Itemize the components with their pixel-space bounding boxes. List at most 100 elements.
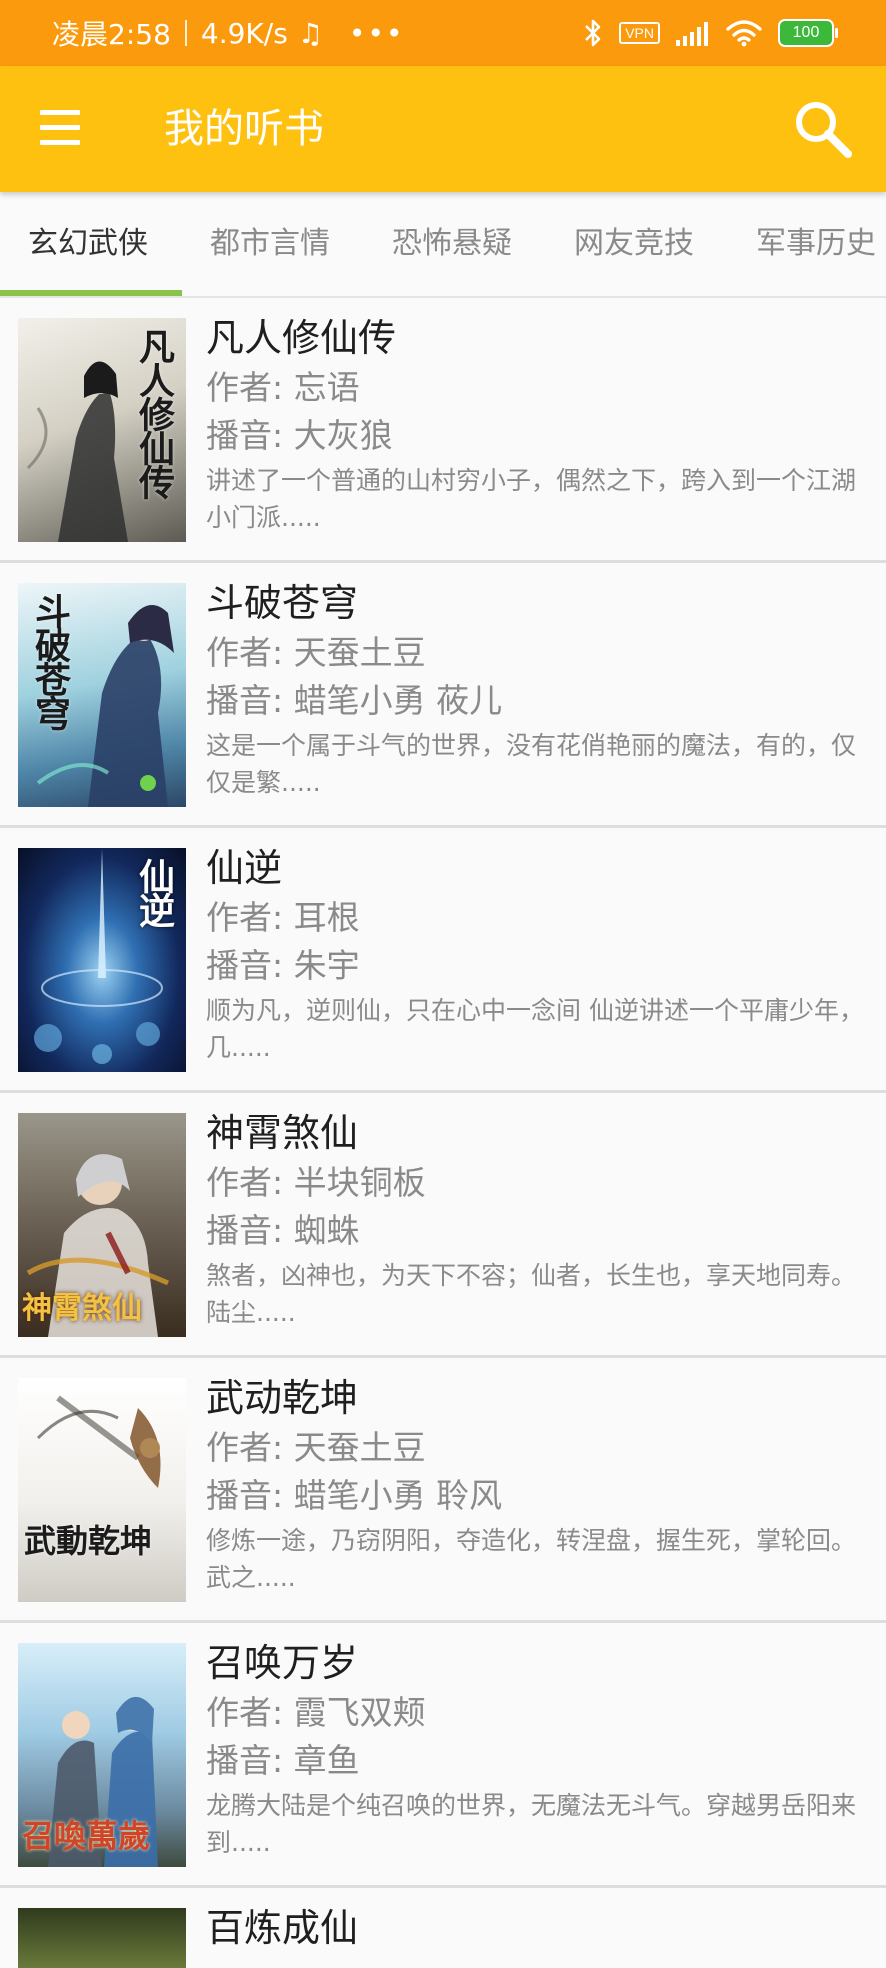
book-narrator: 播音: 章鱼: [206, 1737, 870, 1785]
book-cover: 召喚萬歲: [18, 1643, 186, 1867]
book-info: 仙逆 作者: 耳根 播音: 朱宇 顺为凡，逆则仙，只在心中一念间 仙逆讲述一个平…: [206, 842, 870, 1066]
narrator-label: 播音:: [206, 1211, 294, 1250]
book-author: 作者: 耳根: [206, 894, 870, 942]
book-list-item[interactable]: 百炼成仙: [0, 1888, 886, 1968]
book-description: 这是一个属于斗气的世界，没有花俏艳丽的魔法，有的，仅仅是繁.....: [206, 731, 857, 797]
tab-dushi-yanqing[interactable]: 都市言情: [210, 192, 330, 296]
book-narrator: 播音: 大灰狼: [206, 412, 870, 460]
book-description: 顺为凡，逆则仙，只在心中一念间 仙逆讲述一个平庸少年，几.....: [206, 996, 864, 1062]
narrator-value: 朱宇: [293, 946, 360, 985]
tab-kongbu-xuanyi[interactable]: 恐怖悬疑: [392, 192, 512, 296]
author-value: 忘语: [293, 368, 360, 407]
book-list-item[interactable]: 仙逆 仙逆 作者: 耳根 播音: 朱宇 顺为凡，逆则仙，只在心中一念间 仙逆讲述…: [0, 828, 886, 1093]
search-icon[interactable]: [792, 98, 854, 160]
book-description: 煞者，凶神也，为天下不容；仙者，长生也，享天地同寿。陆尘.....: [206, 1261, 857, 1327]
author-label: 作者:: [206, 368, 294, 407]
book-cover: [18, 1908, 186, 1968]
battery-icon: 100: [778, 19, 838, 47]
book-description: 讲述了一个普通的山村穷小子，偶然之下，跨入到一个江湖小门派.....: [206, 466, 857, 532]
book-narrator: 播音: 蜘蛛: [206, 1207, 870, 1255]
cover-text: 凡人修仙传: [133, 328, 175, 498]
cover-figure: [36, 1395, 161, 1488]
book-list-item[interactable]: 斗破苍穹 斗破苍穹 作者: 天蚕土豆 播音: 蜡笔小勇 莜儿 这是一个属于斗气的…: [0, 563, 886, 828]
book-author: 作者: 天蚕土豆: [206, 1424, 870, 1472]
narrator-value: 章鱼: [293, 1741, 360, 1780]
book-title: 仙逆: [206, 846, 283, 890]
author-value: 天蚕土豆: [293, 633, 426, 672]
book-cover: 武動乾坤: [18, 1378, 186, 1602]
author-label: 作者:: [206, 1693, 294, 1732]
book-author: 作者: 忘语: [206, 364, 870, 412]
network-speed: 4.9K/s: [200, 16, 288, 50]
narrator-value: 蜡笔小勇 莜儿: [293, 681, 503, 720]
book-title: 武动乾坤: [206, 1376, 359, 1420]
book-description: 修炼一途，乃窃阴阳，夺造化，转涅盘，握生死，掌轮回。武之.....: [206, 1526, 857, 1592]
page-title: 我的听书: [164, 106, 324, 152]
menu-icon[interactable]: [38, 106, 84, 150]
book-title: 斗破苍穹: [206, 581, 359, 625]
narrator-value: 蜘蛛: [293, 1211, 360, 1250]
narrator-label: 播音:: [206, 681, 294, 720]
book-title: 凡人修仙传: [206, 316, 397, 360]
narrator-value: 蜡笔小勇 聆风: [293, 1476, 503, 1515]
cover-text: 斗破苍穹: [29, 593, 71, 729]
book-narrator: 播音: 蜡笔小勇 莜儿: [206, 677, 870, 725]
book-description: 龙腾大陆是个纯召唤的世界，无魔法无斗气。穿越男岳阳来到.....: [206, 1791, 857, 1857]
author-value: 耳根: [293, 898, 360, 937]
book-list-item[interactable]: 神霄煞仙 神霄煞仙 作者: 半块铜板 播音: 蜘蛛 煞者，凶神也，为天下不容；仙…: [0, 1093, 886, 1358]
book-info: 神霄煞仙 作者: 半块铜板 播音: 蜘蛛 煞者，凶神也，为天下不容；仙者，长生也…: [206, 1107, 870, 1331]
book-list-item[interactable]: 召喚萬歲 召唤万岁 作者: 霞飞双颊 播音: 章鱼 龙腾大陆是个纯召唤的世界，无…: [0, 1623, 886, 1888]
book-title: 百炼成仙: [206, 1906, 359, 1950]
wifi-icon: [726, 20, 762, 47]
author-label: 作者:: [206, 1428, 294, 1467]
status-time: 凌晨2:58: [52, 18, 171, 51]
book-list: 凡人修仙传 凡人修仙传 作者: 忘语 播音: 大灰狼 讲述了一个普通的山村穷小子…: [0, 298, 886, 1968]
status-left: 凌晨2:58 4.9K/s ♫ •••: [52, 0, 404, 66]
narrator-label: 播音:: [206, 1741, 294, 1780]
status-right: VPN 100: [583, 0, 838, 66]
cover-text: 武動乾坤: [24, 1522, 153, 1560]
cover-text: 召喚萬歲: [22, 1817, 151, 1855]
tab-wangyou-jingji[interactable]: 网友竞技: [574, 192, 694, 296]
bluetooth-icon: [585, 19, 601, 47]
more-dots-icon: •••: [348, 16, 405, 50]
narrator-label: 播音:: [206, 1476, 294, 1515]
narrator-label: 播音:: [206, 416, 294, 455]
book-title: 神霄煞仙: [206, 1111, 359, 1155]
book-narrator: 播音: 朱宇: [206, 942, 870, 990]
book-info: 斗破苍穹 作者: 天蚕土豆 播音: 蜡笔小勇 莜儿 这是一个属于斗气的世界，没有…: [206, 577, 870, 801]
author-value: 天蚕土豆: [293, 1428, 426, 1467]
tab-junshi-lishi[interactable]: 军事历史: [756, 192, 876, 296]
book-list-item[interactable]: 武動乾坤 武动乾坤 作者: 天蚕土豆 播音: 蜡笔小勇 聆风 修炼一途，乃窃阴阳…: [0, 1358, 886, 1623]
book-title: 召唤万岁: [206, 1641, 359, 1685]
book-author: 作者: 霞飞双颊: [206, 1689, 870, 1737]
status-bar: 凌晨2:58 4.9K/s ♫ ••• VPN 100: [0, 0, 886, 66]
book-author: 作者: 半块铜板: [206, 1159, 870, 1207]
signal-icon: [676, 22, 708, 46]
narrator-value: 大灰狼: [293, 416, 393, 455]
book-info: 武动乾坤 作者: 天蚕土豆 播音: 蜡笔小勇 聆风 修炼一途，乃窃阴阳，夺造化，…: [206, 1372, 870, 1596]
book-info: 召唤万岁 作者: 霞飞双颊 播音: 章鱼 龙腾大陆是个纯召唤的世界，无魔法无斗气…: [206, 1637, 870, 1861]
author-label: 作者:: [206, 898, 294, 937]
tab-indicator: [0, 290, 182, 296]
music-note-icon: ♫: [297, 16, 323, 50]
vpn-icon: VPN: [619, 22, 660, 44]
book-cover: 仙逆: [18, 848, 186, 1072]
book-list-item[interactable]: 凡人修仙传 凡人修仙传 作者: 忘语 播音: 大灰狼 讲述了一个普通的山村穷小子…: [0, 298, 886, 563]
category-tabs: 玄幻武侠 都市言情 恐怖悬疑 网友竞技 军事历史: [0, 192, 886, 298]
author-value: 霞飞双颊: [293, 1693, 426, 1732]
author-value: 半块铜板: [293, 1163, 426, 1202]
book-cover: 凡人修仙传: [18, 318, 186, 542]
status-separator: [184, 20, 187, 46]
book-cover: 斗破苍穹: [18, 583, 186, 807]
book-narrator: 播音: 蜡笔小勇 聆风: [206, 1472, 870, 1520]
author-label: 作者:: [206, 633, 294, 672]
cover-text: 神霄煞仙: [22, 1291, 142, 1326]
app-bar: 我的听书: [0, 66, 886, 192]
book-cover: 神霄煞仙: [18, 1113, 186, 1337]
author-label: 作者:: [206, 1163, 294, 1202]
book-info: 凡人修仙传 作者: 忘语 播音: 大灰狼 讲述了一个普通的山村穷小子，偶然之下，…: [206, 312, 870, 536]
tab-xuanhuan-wuxia[interactable]: 玄幻武侠: [28, 192, 148, 296]
book-author: 作者: 天蚕土豆: [206, 629, 870, 677]
cover-text: 仙逆: [133, 858, 175, 926]
